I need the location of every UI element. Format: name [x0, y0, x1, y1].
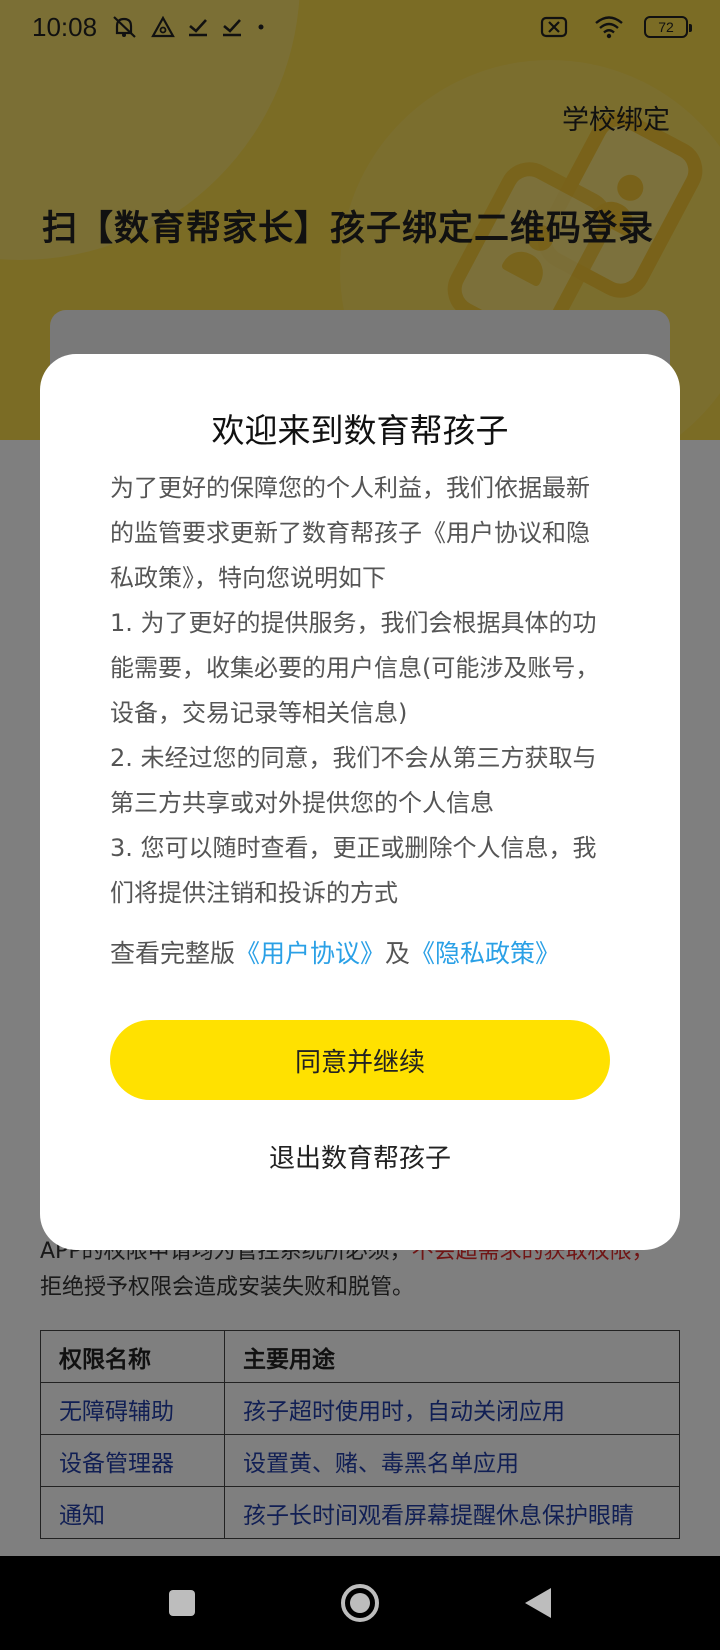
policy-links: 查看完整版《用户协议》及《隐私政策》 [110, 934, 630, 970]
home-icon[interactable] [330, 1573, 390, 1633]
links-and: 及 [385, 939, 411, 968]
exit-app-button[interactable]: 退出数育帮孩子 [110, 1126, 610, 1186]
back-icon[interactable] [508, 1573, 568, 1633]
navigation-bar [0, 1556, 720, 1650]
dialog-body: 为了更好的保障您的个人利益，我们依据最新的监管要求更新了数育帮孩子《用户协议和隐… [110, 466, 610, 916]
status-bar: 10:08 72 [0, 0, 720, 54]
alarm-off-icon [111, 15, 139, 39]
privacy-policy-link[interactable]: 《隐私政策》 [410, 939, 560, 968]
status-time: 10:08 [32, 11, 98, 42]
sim-error-icon [540, 16, 568, 38]
dialog-paragraph: 2. 未经过您的同意，我们不会从第三方获取与第三方共享或对外提供您的个人信息 [110, 744, 597, 817]
dialog-paragraph: 1. 为了更好的提供服务，我们会根据具体的功能需要，收集必要的用户信息(可能涉及… [110, 609, 600, 727]
status-right-group: 72 [534, 15, 692, 39]
check-icon [187, 17, 209, 37]
agree-continue-button[interactable]: 同意并继续 [110, 1020, 610, 1100]
dialog-paragraph: 为了更好的保障您的个人利益，我们依据最新的监管要求更新了数育帮孩子《用户协议和隐… [110, 474, 590, 592]
wifi-icon [594, 15, 624, 39]
dialog-title: 欢迎来到数育帮孩子 [211, 411, 509, 450]
check-icon [221, 17, 243, 37]
recent-apps-icon[interactable] [152, 1573, 212, 1633]
vpn-triangle-icon [151, 16, 175, 38]
user-agreement-link[interactable]: 《用户协议》 [235, 939, 385, 968]
links-prefix: 查看完整版 [110, 939, 236, 968]
privacy-dialog: 欢迎来到数育帮孩子 为了更好的保障您的个人利益，我们依据最新的监管要求更新了数育… [40, 354, 680, 1250]
dot-icon [255, 21, 267, 33]
dialog-paragraph: 3. 您可以随时查看，更正或删除个人信息，我们将提供注销和投诉的方式 [110, 834, 597, 907]
battery-icon: 72 [644, 16, 692, 38]
